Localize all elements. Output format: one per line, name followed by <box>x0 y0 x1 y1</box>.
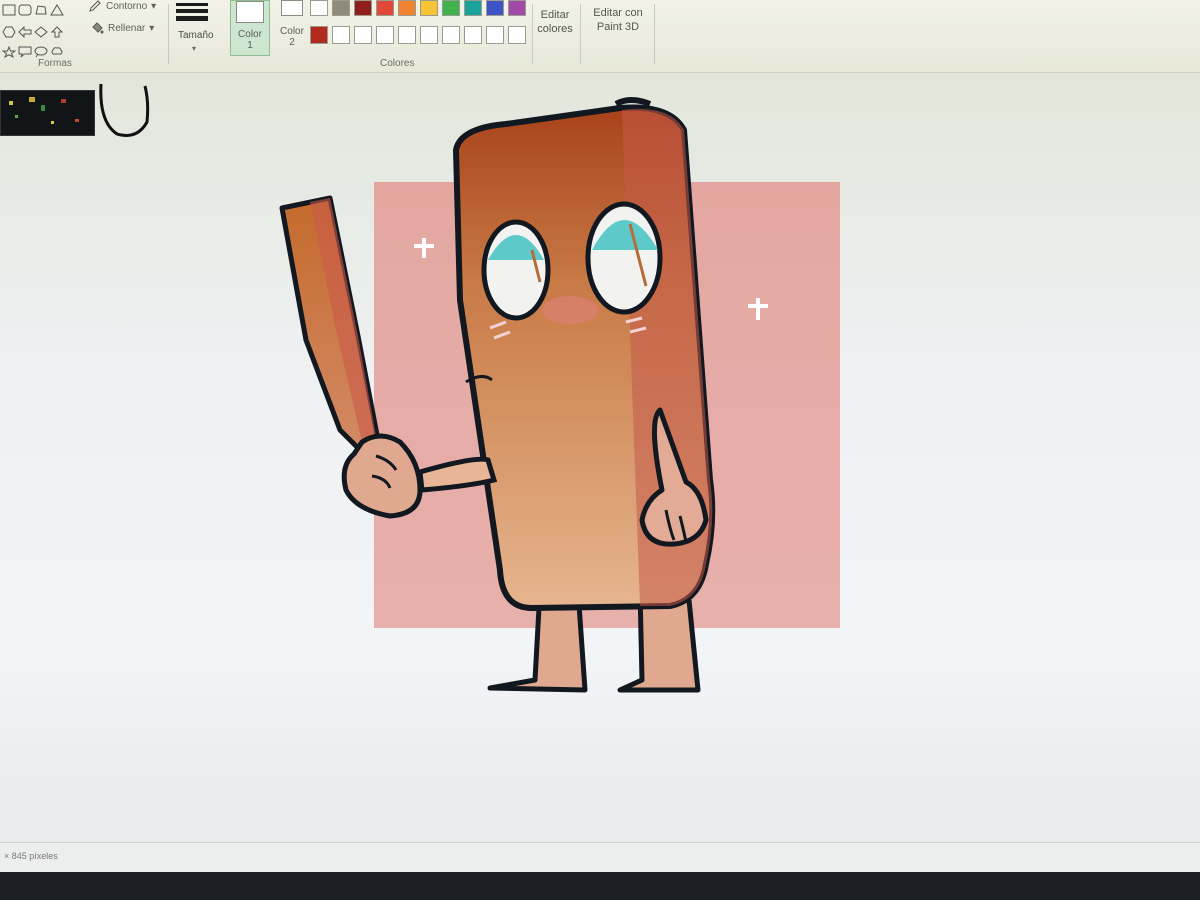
outline-label: Contorno <box>106 0 148 12</box>
monitor-bezel <box>0 872 1200 900</box>
outline-pencil-icon <box>89 0 101 12</box>
palette-swatch[interactable] <box>354 0 372 16</box>
shapes-group-label: Formas <box>38 58 72 69</box>
palette-swatch[interactable] <box>508 26 526 44</box>
palette-swatch[interactable] <box>376 26 394 44</box>
color2-number: 2 <box>289 37 295 48</box>
color1-selector[interactable]: Color 1 <box>230 0 270 56</box>
sausage-character-drawing <box>279 97 840 693</box>
palette-swatch[interactable] <box>398 0 416 16</box>
palette-swatch[interactable] <box>508 0 526 16</box>
rectangle-shape-icon[interactable] <box>2 4 16 16</box>
fill-chevron-icon: ▾ <box>149 22 155 34</box>
edit-paint3d-line2: Paint 3D <box>596 21 640 33</box>
color1-swatch <box>236 1 264 23</box>
status-bar: × 845 píxeles <box>0 842 1200 873</box>
callout-cloud-shape-icon[interactable] <box>50 46 64 58</box>
color1-label: Color <box>238 29 262 40</box>
palette-swatch[interactable] <box>332 0 350 16</box>
edit-colors-line1: Editar <box>540 9 570 21</box>
edit-colors-button[interactable]: Editar colores <box>534 8 576 36</box>
palette-swatch[interactable] <box>420 0 438 16</box>
fill-button[interactable]: Rellenar ▾ <box>90 22 154 34</box>
color2-swatch <box>281 0 303 16</box>
image-thumbnail <box>0 90 95 136</box>
fill-bucket-icon <box>92 22 104 34</box>
group-divider <box>654 4 655 64</box>
palette-swatch[interactable] <box>464 26 482 44</box>
palette-swatch[interactable] <box>398 26 416 44</box>
nose-blush <box>542 296 598 324</box>
rounded-rectangle-shape-icon[interactable] <box>18 4 32 16</box>
triangle-shape-icon[interactable] <box>50 4 64 16</box>
thumbnail-drawing <box>9 97 79 124</box>
outline-chevron-icon: ▾ <box>151 0 157 12</box>
palette-swatch[interactable] <box>486 26 504 44</box>
size-button[interactable]: Tamaño ▾ <box>176 0 218 60</box>
canvas-size-text: × 845 píxeles <box>4 851 58 861</box>
group-divider <box>532 4 533 64</box>
outline-button[interactable]: Contorno ▾ <box>88 0 156 12</box>
partial-stroke <box>99 83 150 137</box>
body-tie <box>614 97 652 107</box>
fill-label: Rellenar <box>108 22 146 34</box>
palette-swatch[interactable] <box>310 26 328 44</box>
palette-swatch[interactable] <box>420 26 438 44</box>
palette-swatch[interactable] <box>354 26 372 44</box>
edit-colors-line2: colores <box>537 23 573 35</box>
group-divider <box>168 4 169 64</box>
shapes-group: Formas <box>0 0 84 72</box>
star-shape-icon[interactable] <box>2 46 16 58</box>
palette-swatch[interactable] <box>332 26 350 44</box>
palette-swatch[interactable] <box>486 0 504 16</box>
palette-swatch[interactable] <box>310 0 328 16</box>
callout-rectangle-shape-icon[interactable] <box>18 46 32 58</box>
diamond-shape-icon[interactable] <box>34 26 48 38</box>
polygon-shape-icon[interactable] <box>34 4 48 16</box>
palette-swatch[interactable] <box>464 0 482 16</box>
hexagon-shape-icon[interactable] <box>2 26 16 38</box>
up-arrow-shape-icon[interactable] <box>50 26 64 38</box>
edit-paint3d-line1: Editar con <box>593 7 643 19</box>
left-arrow-shape-icon[interactable] <box>18 26 32 38</box>
color2-selector[interactable]: Color 2 <box>272 0 312 56</box>
palette-swatch[interactable] <box>376 0 394 16</box>
edit-with-paint3d-button[interactable]: Editar con Paint 3D <box>586 6 650 34</box>
color1-number: 1 <box>247 40 253 51</box>
color2-label: Color <box>280 26 304 37</box>
line-width-icon <box>176 3 218 21</box>
size-label: Tamaño <box>178 30 214 41</box>
palette-swatch[interactable] <box>442 0 460 16</box>
size-chevron-icon: ▾ <box>192 44 197 53</box>
ribbon-toolbar: Formas Contorno ▾ Rellenar ▾ Tamaño ▾ Co… <box>0 0 1200 73</box>
palette-swatch[interactable] <box>442 26 460 44</box>
colors-group-label: Colores <box>380 58 415 69</box>
callout-oval-shape-icon[interactable] <box>34 46 48 58</box>
group-divider <box>580 4 581 64</box>
